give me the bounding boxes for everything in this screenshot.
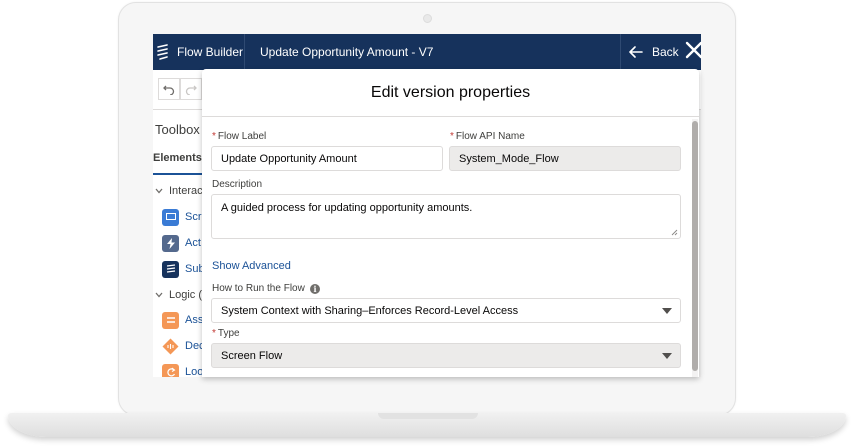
flow-label-input[interactable]: Update Opportunity Amount	[211, 146, 443, 171]
tool-item-loop[interactable]: Loo	[162, 363, 203, 377]
tool-item-action[interactable]: Act	[162, 234, 201, 252]
tool-item-assignment[interactable]: Assi	[162, 311, 206, 329]
type-select[interactable]: Screen Flow	[211, 343, 681, 368]
info-icon[interactable]: i	[310, 284, 320, 294]
run-mode-label: How to Run the Flow	[212, 283, 305, 294]
chevron-down-icon	[155, 292, 163, 298]
arrow-left-icon	[629, 46, 643, 58]
api-name-input[interactable]: System_Mode_Flow	[449, 146, 681, 171]
flow-builder-icon	[157, 44, 168, 60]
toolbox-title: Toolbox	[155, 122, 200, 137]
required-marker: *	[212, 131, 216, 142]
chevron-down-icon	[662, 353, 672, 359]
undo-icon	[163, 85, 175, 95]
redo-button[interactable]	[180, 78, 202, 100]
header-divider	[620, 34, 621, 70]
tool-item-label: Act	[185, 237, 201, 249]
loop-icon	[162, 363, 179, 377]
modal-title: Edit version properties	[370, 83, 531, 101]
description-textarea[interactable]: A guided process for updating opportunit…	[211, 194, 681, 239]
decision-icon	[162, 338, 179, 355]
chevron-down-icon	[662, 308, 672, 314]
resize-grip-icon[interactable]	[670, 228, 678, 236]
run-mode-select[interactable]: System Context with Sharing–Enforces Rec…	[211, 298, 681, 323]
tool-item-decision[interactable]: Dec	[162, 337, 205, 355]
type-label: * Type	[212, 328, 240, 339]
app-name: Flow Builder	[177, 45, 244, 59]
run-mode-value: System Context with Sharing–Enforces Rec…	[221, 304, 519, 317]
app-header: Flow Builder Update Opportunity Amount -…	[153, 34, 701, 70]
description-label: Description	[212, 179, 263, 190]
required-marker: *	[212, 328, 216, 339]
assignment-icon	[162, 311, 179, 329]
lightning-icon	[162, 234, 179, 252]
api-name-label: * Flow API Name	[450, 131, 525, 142]
section-interaction[interactable]: Interac	[155, 185, 203, 197]
close-icon[interactable]	[685, 41, 703, 59]
back-label: Back	[652, 45, 679, 59]
field-label-text: Flow Label	[217, 131, 267, 142]
section-label: Interac	[169, 185, 203, 197]
flow-title: Update Opportunity Amount - V7	[260, 45, 434, 59]
field-label-text: Type	[217, 328, 240, 339]
modal-scrollbar[interactable]	[692, 121, 698, 371]
tool-item-subflow[interactable]: Sub	[162, 260, 205, 278]
tool-item-label: Loo	[185, 366, 204, 377]
required-marker: *	[450, 131, 454, 142]
section-logic[interactable]: Logic (3	[155, 289, 208, 301]
undo-button[interactable]	[158, 78, 180, 100]
field-label-text: Flow API Name	[455, 131, 525, 142]
modal-header: Edit version properties	[202, 69, 699, 117]
camera-dot	[423, 14, 432, 23]
redo-icon	[185, 85, 197, 95]
tool-item-screen[interactable]: Scre	[162, 208, 208, 226]
edit-version-modal: Edit version properties * Flow Label Upda…	[202, 69, 699, 377]
modal-body: * Flow Label Update Opportunity Amount * F…	[202, 117, 699, 377]
header-divider	[244, 34, 245, 70]
subflow-icon	[162, 260, 179, 278]
back-button[interactable]: Back	[629, 42, 679, 62]
show-advanced-link[interactable]: Show Advanced	[212, 260, 291, 272]
chevron-down-icon	[155, 188, 163, 194]
type-value: Screen Flow	[221, 349, 283, 362]
screen-icon	[162, 208, 179, 226]
flow-label-label: * Flow Label	[212, 131, 266, 142]
laptop-base-notch	[378, 413, 478, 419]
description-text: A guided process for updating opportunit…	[221, 202, 473, 214]
